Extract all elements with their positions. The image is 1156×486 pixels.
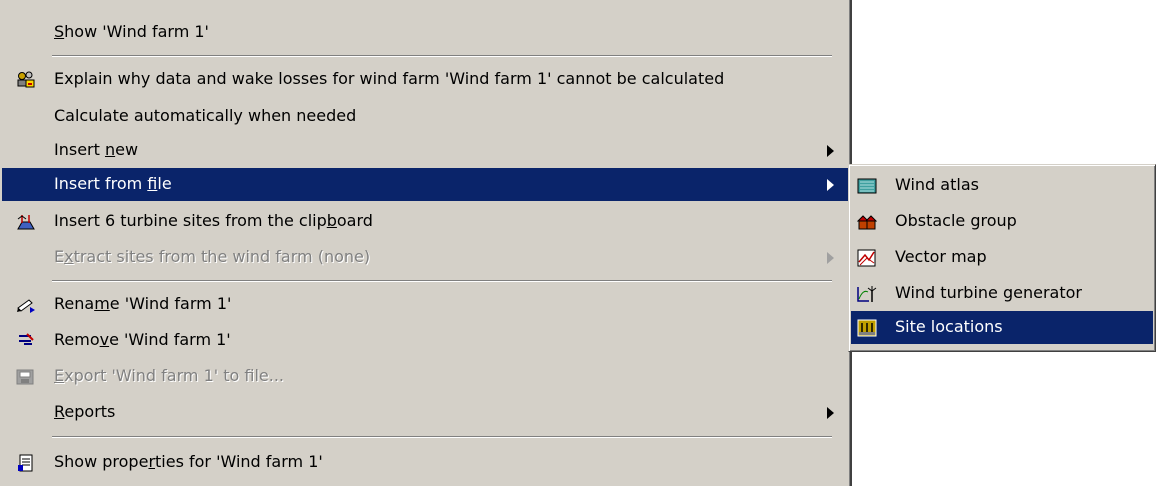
turbine-clipboard-icon xyxy=(16,213,36,231)
submenu-item-label: Site locations xyxy=(895,317,1003,336)
submenu-item-label: Obstacle group xyxy=(895,211,1017,230)
menu-item-insert-from-file[interactable]: Insert from file xyxy=(2,168,848,201)
menu-item-label: Remove 'Wind farm 1' xyxy=(54,330,231,349)
menu-item-label: Reports xyxy=(54,402,116,421)
export-icon xyxy=(16,368,36,386)
insert-from-file-submenu: Wind atlas Obstacle group Vector map Win… xyxy=(848,164,1156,352)
menu-item-export: Export 'Wind farm 1' to file... xyxy=(2,360,848,393)
submenu-item-label: Vector map xyxy=(895,247,987,266)
menu-item-show-properties[interactable]: Show properties for 'Wind farm 1' xyxy=(2,446,848,479)
submenu-arrow-icon xyxy=(827,145,834,157)
submenu-arrow-icon xyxy=(827,407,834,419)
submenu-item-obstacle-group[interactable]: Obstacle group xyxy=(851,205,1153,238)
menu-item-remove[interactable]: Remove 'Wind farm 1' xyxy=(2,324,848,357)
site-locations-icon xyxy=(857,319,877,337)
menu-item-extract-sites: Extract sites from the wind farm (none) xyxy=(2,241,848,274)
menu-item-calculate-automatically[interactable]: Calculate automatically when needed xyxy=(2,100,848,133)
menu-item-label: Insert new xyxy=(54,140,139,159)
submenu-item-vector-map[interactable]: Vector map xyxy=(851,241,1153,274)
menu-item-insert-turbine-sites[interactable]: Insert 6 turbine sites from the clipboar… xyxy=(2,205,848,238)
menu-item-label: Show 'Wind farm 1' xyxy=(54,22,209,41)
obstacle-group-icon xyxy=(857,213,877,231)
menu-item-show-wind-farm[interactable]: Show 'Wind farm 1' xyxy=(2,16,848,49)
rename-pencil-icon xyxy=(16,296,36,314)
submenu-item-wind-turbine-generator[interactable]: Wind turbine generator xyxy=(851,277,1153,310)
menu-item-insert-new[interactable]: Insert new xyxy=(2,134,848,167)
menu-item-explain[interactable]: Explain why data and wake losses for win… xyxy=(2,63,848,96)
context-menu: Show 'Wind farm 1' Explain why data and … xyxy=(0,0,852,486)
menu-item-rename[interactable]: Rename 'Wind farm 1' xyxy=(2,288,848,321)
submenu-item-wind-atlas[interactable]: Wind atlas xyxy=(851,169,1153,202)
menu-separator xyxy=(52,55,832,57)
remove-icon xyxy=(16,332,36,350)
menu-item-label: Extract sites from the wind farm (none) xyxy=(54,247,371,266)
menu-item-label: Show properties for 'Wind farm 1' xyxy=(54,452,323,471)
menu-item-reports[interactable]: Reports xyxy=(2,396,848,429)
submenu-arrow-icon xyxy=(827,252,834,264)
wind-atlas-icon xyxy=(857,177,877,195)
submenu-item-label: Wind turbine generator xyxy=(895,283,1082,302)
wind-turbine-generator-icon xyxy=(857,285,877,303)
menu-separator xyxy=(52,280,832,282)
menu-item-label: Rename 'Wind farm 1' xyxy=(54,294,232,313)
menu-item-label: Insert 6 turbine sites from the clipboar… xyxy=(54,211,373,230)
submenu-item-label: Wind atlas xyxy=(895,175,979,194)
menu-item-label: Insert from file xyxy=(54,174,172,193)
vector-map-icon xyxy=(857,249,877,267)
menu-item-label: Export 'Wind farm 1' to file... xyxy=(54,366,284,385)
properties-icon xyxy=(16,454,36,472)
menu-item-label: Calculate automatically when needed xyxy=(54,106,357,125)
menu-separator xyxy=(52,436,832,438)
menu-item-label: Explain why data and wake losses for win… xyxy=(54,69,725,88)
hazard-people-icon xyxy=(16,71,36,89)
submenu-arrow-icon xyxy=(827,179,834,191)
submenu-item-site-locations[interactable]: Site locations xyxy=(851,311,1153,344)
